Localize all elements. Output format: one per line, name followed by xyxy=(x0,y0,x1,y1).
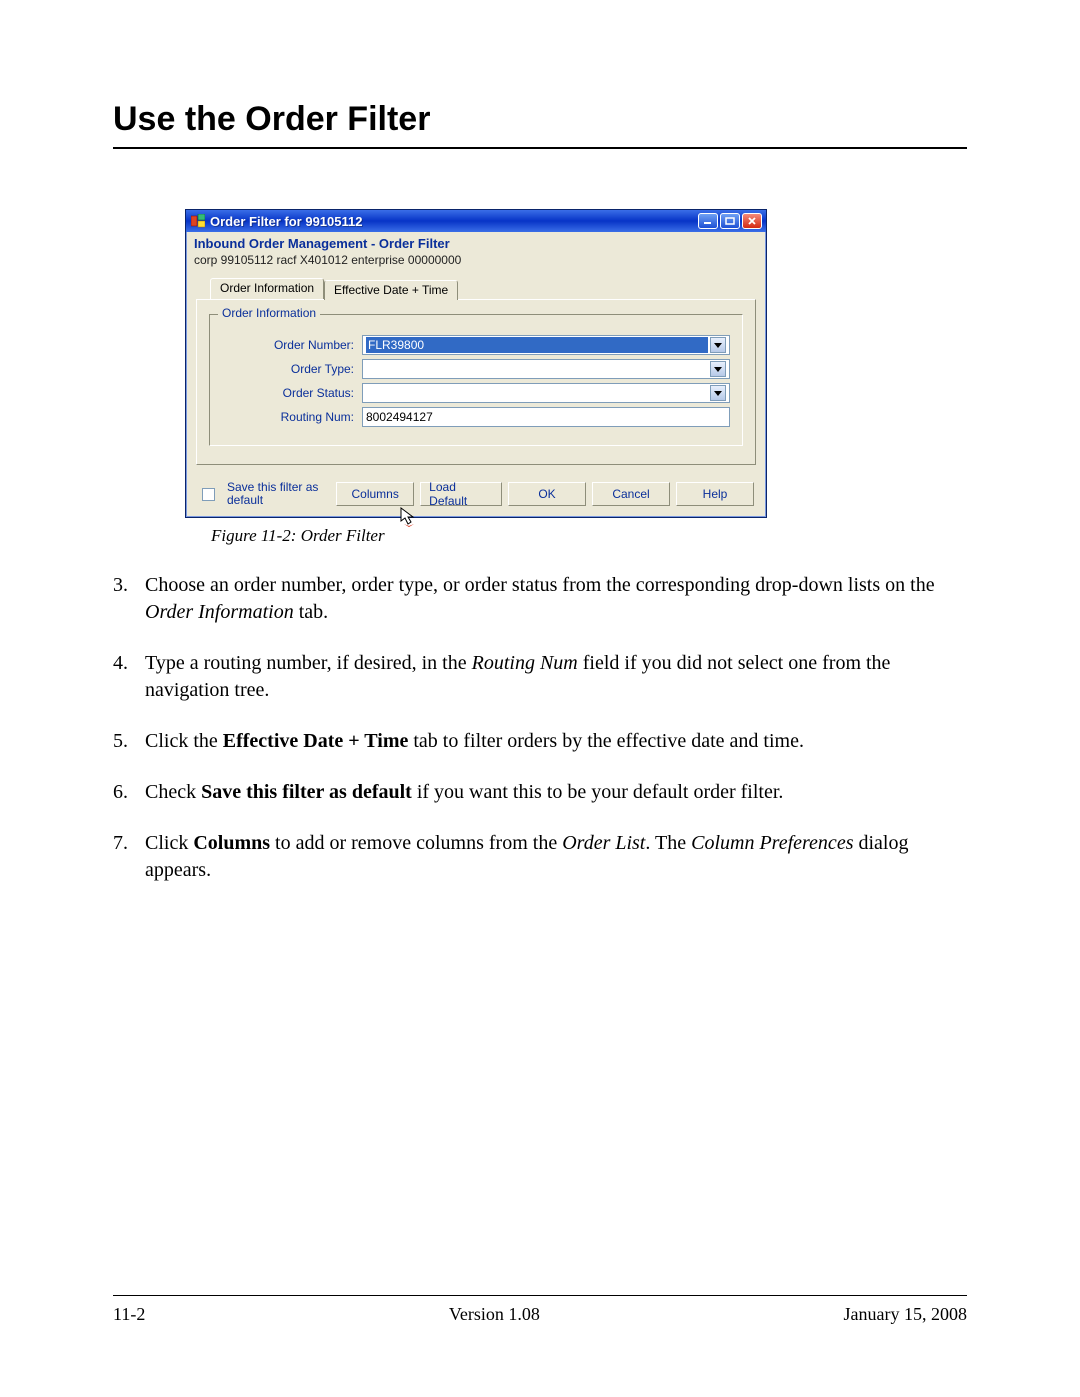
label-order-type: Order Type: xyxy=(222,362,362,376)
minimize-icon[interactable] xyxy=(698,213,718,229)
footer-rule xyxy=(113,1295,967,1296)
chevron-down-icon[interactable] xyxy=(710,361,726,377)
chevron-down-icon[interactable] xyxy=(710,385,726,401)
load-default-button[interactable]: Load Default xyxy=(420,482,502,506)
dialog-actions: Save this filter as default Columns Load… xyxy=(186,477,766,517)
label-order-number: Order Number: xyxy=(222,338,362,352)
order-type-combo[interactable] xyxy=(362,359,730,379)
cursor-icon xyxy=(400,507,418,527)
help-button[interactable]: Help xyxy=(676,482,754,506)
app-icon xyxy=(190,213,206,229)
order-filter-figure: Order Filter for 99105112 Inbound Order … xyxy=(185,209,767,518)
page-title: Use the Order Filter xyxy=(113,100,967,139)
footer-left: 11-2 xyxy=(113,1304,145,1325)
row-order-status: Order Status: xyxy=(222,383,730,403)
step-number: 5. xyxy=(113,728,145,755)
step-number: 7. xyxy=(113,830,145,884)
step-item: 5.Click the Effective Date + Time tab to… xyxy=(113,728,967,755)
label-order-status: Order Status: xyxy=(222,386,362,400)
dialog-title: Order Filter for 99105112 xyxy=(210,214,362,229)
step-item: 7.Click Columns to add or remove columns… xyxy=(113,830,967,884)
tabstrip: Order Information Effective Date + Time xyxy=(186,277,766,299)
ok-button[interactable]: OK xyxy=(508,482,586,506)
routing-num-input[interactable]: 8002494127 xyxy=(362,407,730,427)
row-routing-num: Routing Num: 8002494127 xyxy=(222,407,730,427)
dialog-infoline: corp 99105112 racf X401012 enterprise 00… xyxy=(186,253,766,277)
step-item: 4.Type a routing number, if desired, in … xyxy=(113,650,967,704)
order-information-group: Order Information Order Number: FLR39800… xyxy=(209,314,743,446)
figure-caption: Figure 11-2: Order Filter xyxy=(211,526,967,546)
footer-center: Version 1.08 xyxy=(449,1304,540,1325)
footer-right: January 15, 2008 xyxy=(844,1304,967,1325)
routing-num-value: 8002494127 xyxy=(366,410,433,424)
step-text: Choose an order number, order type, or o… xyxy=(145,572,967,626)
step-item: 6.Check Save this filter as default if y… xyxy=(113,779,967,806)
order-number-value: FLR39800 xyxy=(366,337,708,353)
cancel-button[interactable]: Cancel xyxy=(592,482,670,506)
columns-button[interactable]: Columns xyxy=(336,482,414,506)
row-order-number: Order Number: FLR39800 xyxy=(222,335,730,355)
save-default-label: Save this filter as default xyxy=(227,481,330,507)
step-text: Click Columns to add or remove columns f… xyxy=(145,830,967,884)
chevron-down-icon[interactable] xyxy=(710,337,726,353)
page-footer: 11-2 Version 1.08 January 15, 2008 xyxy=(113,1295,967,1325)
order-status-combo[interactable] xyxy=(362,383,730,403)
step-text: Click the Effective Date + Time tab to f… xyxy=(145,728,967,755)
group-legend: Order Information xyxy=(218,306,320,320)
order-filter-dialog: Order Filter for 99105112 Inbound Order … xyxy=(185,209,767,518)
titlebar: Order Filter for 99105112 xyxy=(186,210,766,232)
title-rule xyxy=(113,147,967,149)
step-number: 3. xyxy=(113,572,145,626)
order-number-combo[interactable]: FLR39800 xyxy=(362,335,730,355)
tab-effective-date-time[interactable]: Effective Date + Time xyxy=(324,280,458,300)
row-order-type: Order Type: xyxy=(222,359,730,379)
step-number: 4. xyxy=(113,650,145,704)
step-item: 3.Choose an order number, order type, or… xyxy=(113,572,967,626)
maximize-icon[interactable] xyxy=(720,213,740,229)
close-icon[interactable] xyxy=(742,213,762,229)
label-routing-num: Routing Num: xyxy=(222,410,362,424)
tab-order-information[interactable]: Order Information xyxy=(210,278,324,299)
dialog-subtitle: Inbound Order Management - Order Filter xyxy=(186,232,766,253)
save-default-checkbox[interactable] xyxy=(202,488,215,501)
tab-panel-order-information: Order Information Order Number: FLR39800… xyxy=(196,299,756,465)
step-text: Check Save this filter as default if you… xyxy=(145,779,967,806)
step-text: Type a routing number, if desired, in th… xyxy=(145,650,967,704)
step-number: 6. xyxy=(113,779,145,806)
steps-list: 3.Choose an order number, order type, or… xyxy=(113,572,967,884)
